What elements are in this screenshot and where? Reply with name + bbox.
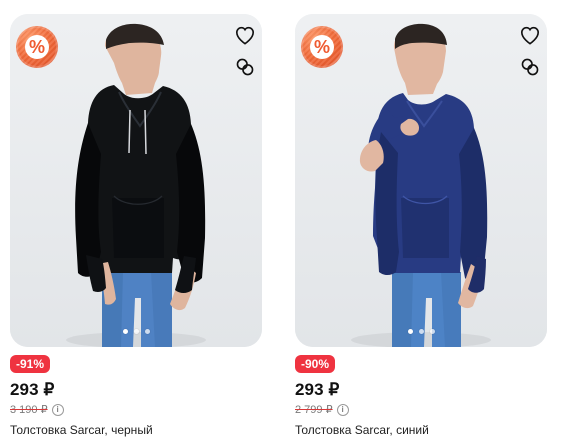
old-price-row: 3 190 ₽ i [10,403,64,416]
image-dot [419,329,424,334]
info-icon[interactable]: i [336,403,349,416]
old-price-row: 2 799 ₽ i [295,403,349,416]
compare-button[interactable] [232,54,258,80]
image-pagination [123,329,150,334]
old-price: 2 799 ₽ [295,404,333,416]
image-dot [408,329,413,334]
image-dot [145,329,150,334]
product-card[interactable]: % -91% 293 ₽ 3 190 ₽ i Толстовка Sarcar,… [10,14,262,437]
product-title[interactable]: Толстовка Sarcar, синий [295,423,547,437]
current-price: 293 ₽ [10,380,55,399]
discount-badge: -90% [295,355,336,373]
image-pagination [408,329,435,334]
favorite-button[interactable] [517,22,543,48]
percent-badge-icon: % [16,26,58,68]
old-price: 3 190 ₽ [10,404,48,416]
heart-icon [520,26,540,45]
current-price: 293 ₽ [295,380,340,399]
image-dot [123,329,128,334]
percent-icon: % [310,35,334,59]
product-image[interactable]: % [295,14,547,347]
info-icon[interactable]: i [51,403,64,416]
compare-icon [236,58,254,76]
compare-button[interactable] [517,54,543,80]
compare-icon [521,58,539,76]
percent-icon: % [25,35,49,59]
favorite-button[interactable] [232,22,258,48]
percent-badge-icon: % [301,26,343,68]
image-dot [134,329,139,334]
heart-icon [235,26,255,45]
product-card[interactable]: % -90% 293 ₽ 2 799 ₽ i Толстовка Sarcar,… [295,14,547,437]
discount-badge: -91% [10,355,51,373]
image-dot [430,329,435,334]
product-title[interactable]: Толстовка Sarcar, черный [10,423,262,437]
product-image[interactable]: % [10,14,262,347]
